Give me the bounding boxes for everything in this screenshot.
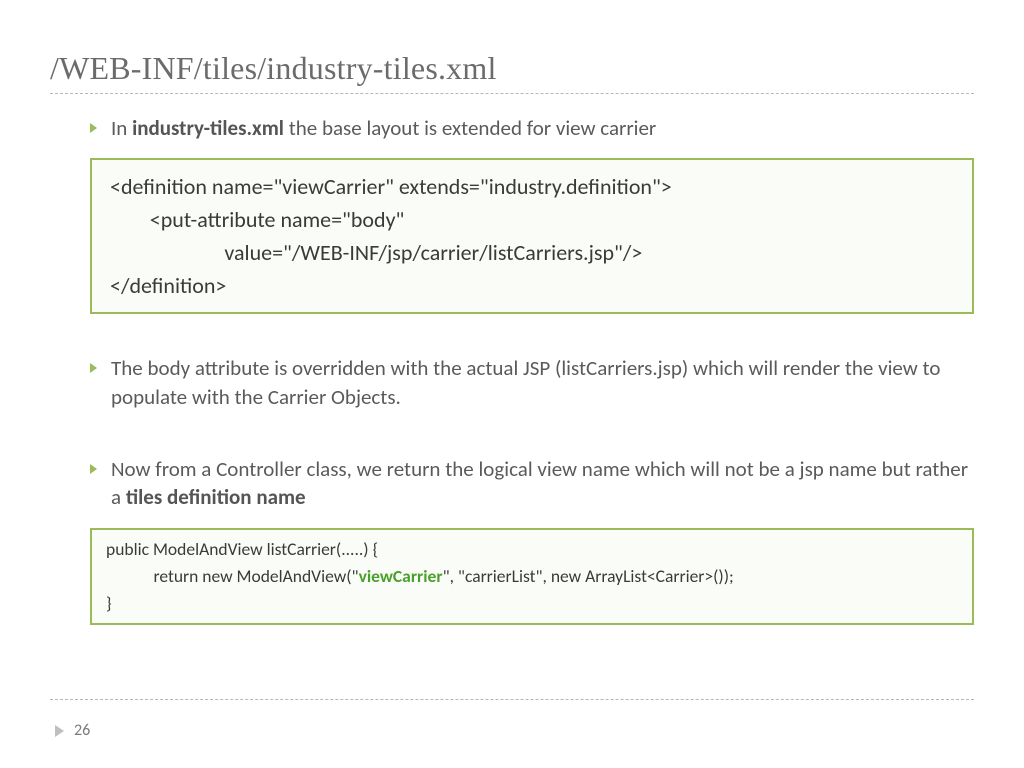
code1-l3: value="/WEB-INF/jsp/carrier/listCarriers… (110, 239, 642, 266)
code2-l3: } (106, 592, 112, 614)
code-block-java: public ModelAndView listCarrier(.....) {… (90, 528, 974, 625)
code2-l2-highlight: viewCarrier (359, 565, 443, 587)
code2-l2b: ", "carrierList", new ArrayList<Carrier>… (443, 565, 734, 587)
bullet-3-text: Now from a Controller class, we return t… (111, 455, 974, 512)
bullet-1-bold: industry-tiles.xml (132, 115, 284, 141)
slide-footer: 26 (55, 721, 90, 740)
code1-l1: <definition name="viewCarrier" extends="… (110, 173, 672, 200)
bullet-2-text: The body attribute is overridden with th… (111, 354, 974, 411)
bullet-1-post: the base layout is extended for view car… (284, 115, 656, 141)
page-number: 26 (74, 721, 90, 740)
title-divider (50, 93, 974, 94)
bullet-1: In industry-tiles.xml the base layout is… (90, 114, 974, 142)
bullet-3-bold: tiles definition name (126, 484, 306, 510)
code1-l2: <put-attribute name="body" (110, 206, 404, 233)
footer-divider (50, 699, 974, 700)
slide: /WEB-INF/tiles/industry-tiles.xml In ind… (0, 0, 1024, 768)
slide-content: In industry-tiles.xml the base layout is… (50, 114, 974, 625)
bullet-3: Now from a Controller class, we return t… (90, 455, 974, 512)
code-block-xml: <definition name="viewCarrier" extends="… (90, 158, 974, 314)
pager-arrow-icon (55, 725, 64, 737)
bullet-marker-icon (90, 363, 97, 373)
bullet-marker-icon (90, 123, 97, 133)
bullet-1-pre: In (111, 115, 132, 141)
code2-l2a: return new ModelAndView(" (106, 565, 359, 587)
bullet-2: The body attribute is overridden with th… (90, 354, 974, 411)
bullet-1-text: In industry-tiles.xml the base layout is… (111, 114, 974, 142)
bullet-marker-icon (90, 464, 97, 474)
code1-l4: </definition> (110, 272, 226, 299)
code2-l1: public ModelAndView listCarrier(.....) { (106, 538, 378, 560)
slide-title: /WEB-INF/tiles/industry-tiles.xml (50, 50, 974, 87)
